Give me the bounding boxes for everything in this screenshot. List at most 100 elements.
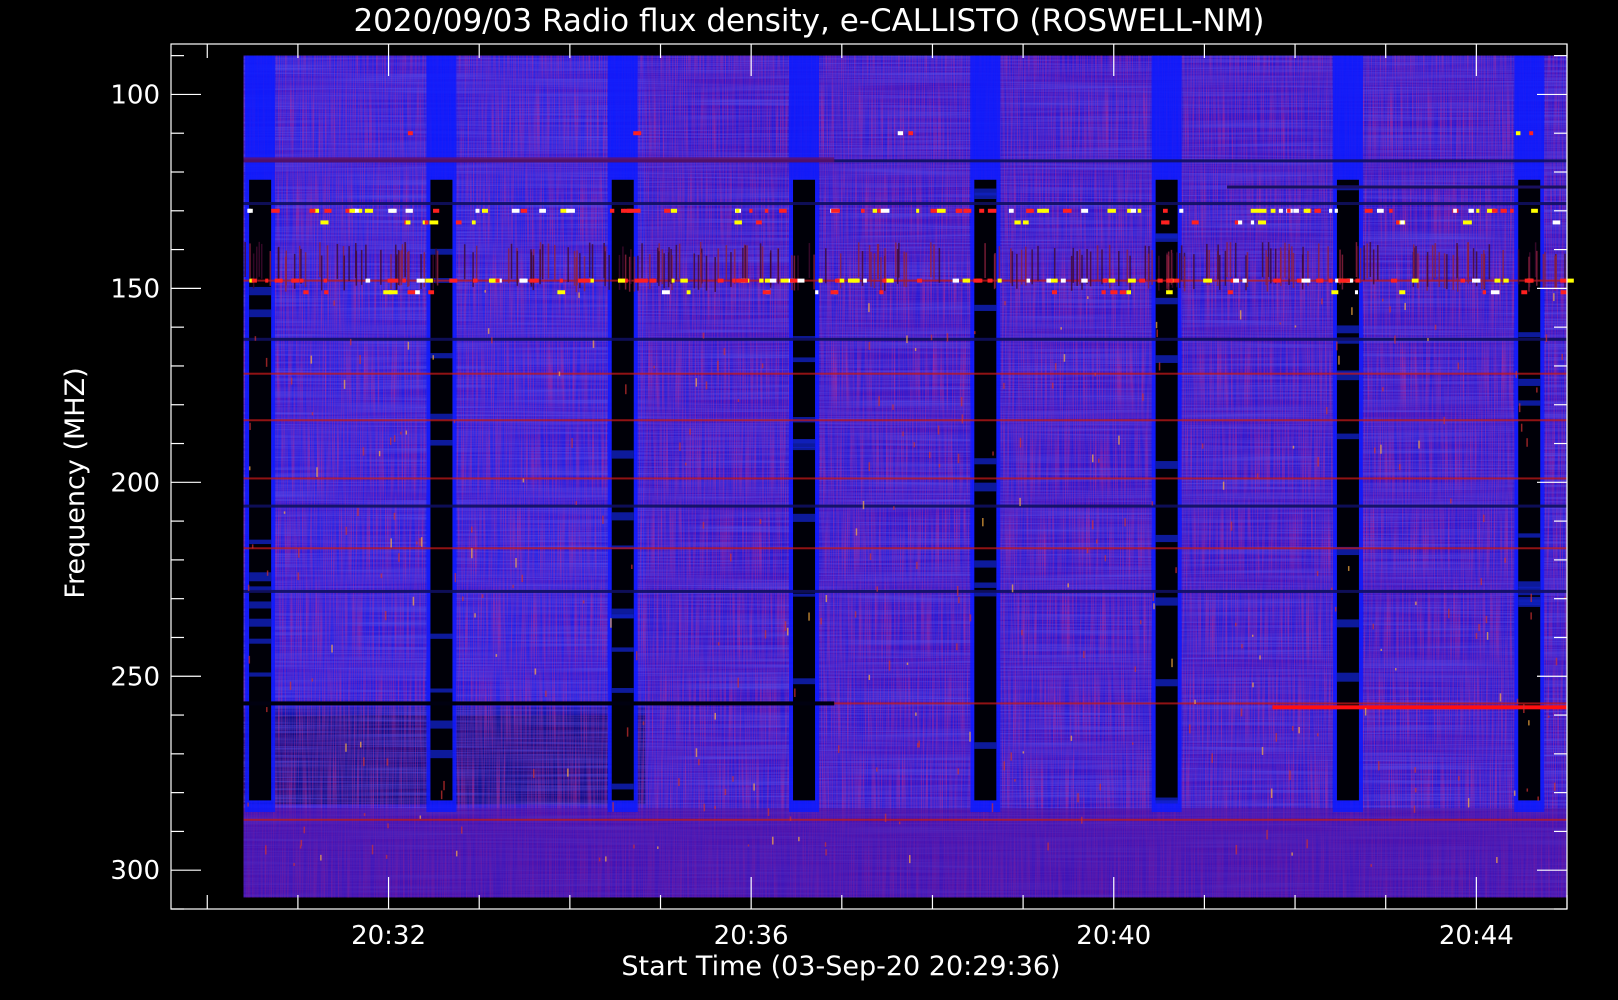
noise-speck [1389, 306, 1391, 313]
hot-pixel [1314, 208, 1321, 213]
interference-streak [1544, 251, 1546, 287]
interference-streak [300, 248, 302, 284]
gap-column-stripe [430, 720, 453, 729]
hot-pixel [962, 278, 969, 283]
hot-pixel [736, 278, 741, 283]
interference-streak [539, 249, 541, 285]
noise-speck [1317, 733, 1319, 737]
noise-speck [1011, 584, 1014, 593]
gap-column-stripe [611, 512, 634, 521]
hot-pixel [955, 208, 962, 213]
hot-pixel [1026, 278, 1031, 283]
hot-pixel [1552, 220, 1561, 225]
x-tick-label: 20:44 [1439, 921, 1514, 951]
interference-streak [258, 241, 261, 277]
interference-streak [994, 253, 996, 288]
noise-speck [412, 596, 415, 606]
gap-column-stripe [1518, 599, 1541, 606]
noise-speck [1504, 557, 1506, 563]
noise-speck [1151, 501, 1154, 506]
interference-streak [1467, 242, 1469, 278]
noise-speck [289, 681, 292, 690]
interference-streak [744, 245, 747, 281]
hot-pixel [405, 220, 411, 225]
interference-streak [583, 256, 586, 292]
interference-streak [1279, 247, 1282, 283]
noise-speck [705, 381, 708, 390]
noise-speck [1014, 779, 1016, 782]
interference-streak [1171, 252, 1174, 288]
interference-streak [984, 243, 986, 279]
noise-speck [917, 743, 919, 748]
noise-speck [1536, 387, 1538, 393]
noise-speck [759, 518, 762, 524]
interference-streak [857, 242, 860, 278]
hot-pixel [1515, 131, 1521, 136]
gap-column [249, 179, 272, 801]
noise-speck [1175, 567, 1177, 574]
interference-band [243, 202, 1567, 206]
gap-column-stripe [1155, 461, 1178, 469]
interference-streak [510, 243, 513, 279]
interference-streak [1359, 248, 1362, 283]
hot-pixel [365, 278, 371, 283]
hot-pixel [1110, 290, 1118, 295]
hot-pixel [624, 208, 632, 213]
noise-speck [363, 757, 365, 767]
noise-speck [1364, 707, 1367, 716]
hot-pixel [1234, 220, 1239, 225]
noise-speck [928, 451, 931, 459]
noise-speck [868, 303, 870, 313]
interference-streak [269, 251, 272, 286]
interference-streak [1118, 251, 1120, 286]
noise-speck [1427, 337, 1429, 342]
hot-pixel [1081, 278, 1088, 283]
noise-speck [982, 518, 984, 527]
hot-pixel [1390, 278, 1398, 283]
interference-streak [705, 255, 708, 291]
hot-pixel [987, 208, 997, 213]
hot-pixel [1108, 278, 1116, 283]
noise-speck [956, 643, 958, 651]
hot-pixel [609, 208, 615, 213]
interference-streak [793, 255, 796, 291]
interference-streak [336, 243, 339, 279]
noise-speck [1480, 578, 1483, 586]
noise-speck [1067, 583, 1069, 588]
interference-streak [1438, 252, 1440, 288]
hot-pixel [975, 278, 983, 283]
noise-speck [878, 396, 880, 407]
noise-speck [1548, 715, 1550, 718]
interference-streak [1025, 250, 1027, 286]
hot-pixel [391, 278, 399, 283]
noise-speck [1457, 362, 1460, 370]
interference-band [243, 589, 1567, 593]
hot-pixel [1037, 208, 1046, 213]
gap-column-stripe [1155, 234, 1178, 239]
interference-streak [547, 243, 550, 279]
noise-speck [824, 842, 827, 847]
hot-pixel [407, 290, 417, 295]
interference-streak [1129, 255, 1131, 291]
hot-pixel [274, 278, 283, 283]
hot-pixel [1500, 208, 1507, 213]
interference-streak [1167, 256, 1170, 292]
interference-streak [1481, 254, 1483, 289]
noise-speck [512, 584, 514, 589]
noise-speck [1555, 657, 1558, 666]
interference-streak [1341, 254, 1344, 290]
hot-pixel [1316, 278, 1324, 283]
noise-speck [1434, 324, 1437, 330]
noise-speck [460, 826, 463, 834]
noise-speck [1292, 445, 1295, 449]
hot-pixel [789, 278, 798, 283]
noise-speck [558, 371, 561, 377]
noise-speck [1553, 293, 1555, 302]
interference-streak [759, 243, 762, 279]
noise-speck [1022, 751, 1025, 754]
hot-pixel [1503, 278, 1509, 283]
hot-pixel [349, 208, 355, 213]
interference-streak [608, 254, 610, 290]
interference-streak [898, 242, 900, 278]
interference-streak [541, 244, 544, 280]
